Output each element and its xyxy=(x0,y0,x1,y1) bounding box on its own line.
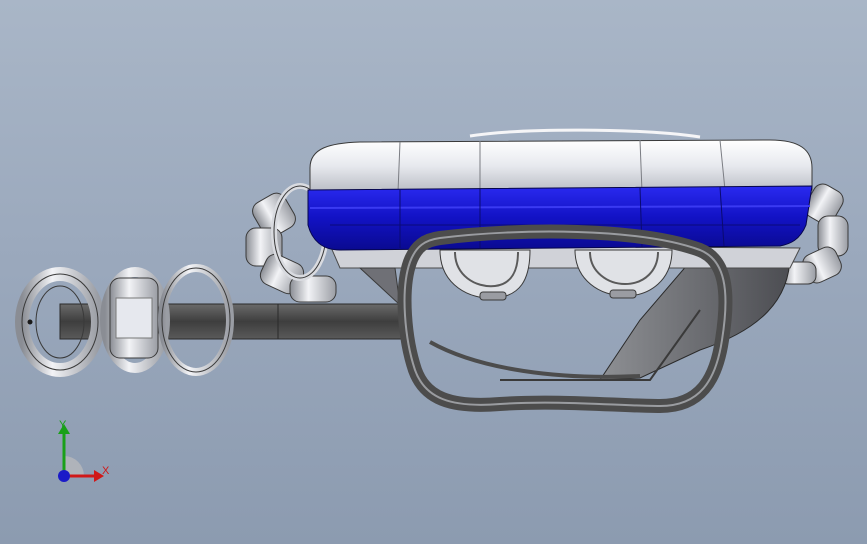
lens-eyepiece-left xyxy=(439,249,531,301)
graphics-viewport[interactable]: Y X xyxy=(0,0,867,544)
strap-ring-middle xyxy=(100,267,170,373)
blue-facial-band xyxy=(307,185,813,251)
coordinate-triad: Y X xyxy=(44,418,124,494)
triad-graphic xyxy=(58,424,104,482)
y-axis-label: Y xyxy=(59,419,67,431)
housing-top xyxy=(309,139,813,193)
z-axis-dot-icon xyxy=(58,470,70,482)
x-axis-label: X xyxy=(102,465,110,477)
lens-eyepiece-right xyxy=(574,249,673,299)
model-3d-view[interactable] xyxy=(0,0,867,544)
